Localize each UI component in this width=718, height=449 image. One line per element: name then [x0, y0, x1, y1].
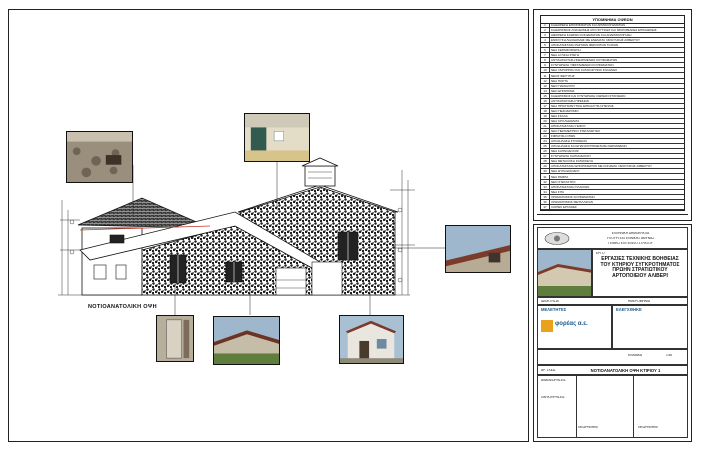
check-cell: ΕΛΕΓΧΘΗΚΕ [612, 305, 688, 349]
legend-box: ΥΠΟΜΝΗΜΑ ΟΨΕΩΝ 1 ΚΑΘΑΙΡΕΣΗ ΕΠΙΧΡΙΣΜΑΤΩΝ Κ… [540, 15, 685, 211]
legend-row: 37 ΛΟΙΠΕΣ ΕΡΓΑΣΙΕΣ [541, 204, 684, 210]
legend-number: 10 [541, 68, 550, 73]
legend-number: 11 [541, 73, 550, 78]
check-label: ΕΛΕΓΧΘΗΚΕ [616, 307, 642, 312]
legend-number: 27 [541, 154, 550, 159]
authority-line-3: ΓΕΝΙΚΟ ΕΠΙΤΕΛΕΙΟ ΣΤΡΑΤΟΥ [608, 242, 653, 245]
owner-label: ΙΔΙΟΚΤΗΣΙΑ [541, 300, 559, 303]
legend-number: 14 [541, 88, 550, 93]
legend-number: 28 [541, 159, 550, 164]
legend-number: 12 [541, 78, 550, 83]
scale-label: ΚΛΙΜΑΚΑ [628, 354, 643, 357]
sign-left: ΘΕΩΡΗΘΗΚΕ [578, 426, 599, 429]
legend-number: 23 [541, 134, 550, 139]
project-label: ΕΡΓΟ [596, 252, 605, 255]
legend-number: 6 [541, 48, 550, 53]
drawing-title: ΝΟΤΙΟΑΝΑΤΟΛΙΚΗ ΟΨΗ ΚΤΙΡΙΟΥ 1 [590, 368, 661, 373]
legend-number: 18 [541, 108, 550, 113]
sheet-label: ΑΡ. ΣΧΕΔ. [541, 369, 556, 372]
legend-number: 29 [541, 164, 550, 169]
legend-number: 5 [541, 43, 550, 48]
project-title: ΕΡΓΑΣΙΕΣ ΤΕΧΝΙΚΗΣ ΒΟΗΘΕΙΑΣ ΤΟΥ ΚΤΗΡΙΟΥ Σ… [600, 256, 680, 279]
company-logo [541, 320, 553, 332]
roof-lantern [304, 165, 336, 187]
legend-number: 33 [541, 184, 550, 189]
designer-label: ΜΕΛΕΤΗΤΕΣ [541, 307, 567, 312]
legend-text: ΛΟΙΠΕΣ ΕΡΓΑΣΙΕΣ [551, 204, 577, 209]
view-label: ΝΟΤΙΟΑΝΑΤΟΛΙΚΗ ΟΨΗ [88, 304, 157, 310]
date-label: ΗΜΕΡΟΜΗΝΙΑ [628, 300, 650, 303]
authority-emblem [542, 231, 572, 246]
owner-cell: ΙΔΙΟΚΤΗΣΙΑ ΗΜΕΡΟΜΗΝΙΑ [537, 297, 688, 305]
company-name: φορέας α.ε. [555, 321, 588, 327]
photo-annex [339, 315, 404, 364]
legend-number: 4 [541, 38, 550, 43]
photo-door-detail [156, 315, 194, 362]
legend-number: 20 [541, 118, 550, 123]
photo-interior [244, 113, 310, 162]
notes-label: ΠΑΡΑΤΗΡΗΣΕΙΣ [541, 396, 565, 399]
photo-wall-detail [66, 131, 133, 183]
legend-number: 30 [541, 169, 550, 174]
legend-number: 34 [541, 189, 550, 194]
door [275, 267, 307, 296]
photo-courtyard [213, 316, 280, 365]
legend-number: 26 [541, 149, 550, 154]
legend-number: 15 [541, 93, 550, 98]
revisions-cell: ΑΝΑΘΕΩΡΗΣΕΙΣ ΠΑΡΑΤΗΡΗΣΕΙΣ ΘΕΩΡΗΘΗΚΕ ΘΕΩΡ… [537, 375, 688, 438]
legend-number: 13 [541, 83, 550, 88]
project-title-cell: ΕΡΓΟ ΕΡΓΑΣΙΕΣ ΤΕΧΝΙΚΗΣ ΒΟΗΘΕΙΑΣ ΤΟΥ ΚΤΗΡ… [592, 249, 688, 297]
legend-number: 35 [541, 194, 550, 199]
designer-cell: ΜΕΛΕΤΗΤΕΣ φορέας α.ε. [537, 305, 612, 349]
legend-number: 22 [541, 129, 550, 134]
legend-number: 9 [541, 63, 550, 68]
revision-label: ΑΝΑΘΕΩΡΗΣΕΙΣ [541, 379, 566, 382]
legend-number: 16 [541, 98, 550, 103]
legend-number: 7 [541, 53, 550, 58]
sign-right: ΘΕΩΡΗΘΗΚΕ [638, 426, 659, 429]
legend-number: 3 [541, 33, 550, 38]
legend-number: 8 [541, 58, 550, 63]
legend-number: 2 [541, 28, 550, 33]
legend-number: 1 [541, 23, 550, 28]
legend-rows: 1 ΚΑΘΑΙΡΕΣΗ ΕΠΙΧΡΙΣΜΑΤΩΝ ΚΑΙ ΑΡΜΟΛΟΓΗΜΑΤΩ… [541, 23, 684, 210]
legend-number: 37 [541, 204, 550, 209]
legend-number: 31 [541, 174, 550, 179]
legend-number: 19 [541, 113, 550, 118]
legend-number: 24 [541, 139, 550, 144]
titleblock: ΕΛΛΗΝΙΚΗ ΔΗΜΟΚΡΑΤΙΑ ΥΠΟΥΡΓΕΙΟ ΕΘΝΙΚΗΣ ΑΜ… [537, 227, 688, 438]
authority-block: ΕΛΛΗΝΙΚΗ ΔΗΜΟΚΡΑΤΙΑ ΥΠΟΥΡΓΕΙΟ ΕΘΝΙΚΗΣ ΑΜ… [537, 227, 688, 249]
drawing-title-cell: ΑΡ. ΣΧΕΔ. ΝΟΤΙΟΑΝΑΤΟΛΙΚΗ ΟΨΗ ΚΤΙΡΙΟΥ 1 [537, 365, 688, 375]
legend-inner-line [537, 214, 688, 215]
photo-roof-edge [445, 225, 511, 273]
scale-cell: ΚΛΙΜΑΚΑ 1:50 [537, 349, 688, 365]
right-annex [311, 261, 343, 296]
legend-number: 17 [541, 103, 550, 108]
authority-line-2: ΥΠΟΥΡΓΕΙΟ ΕΘΝΙΚΗΣ ΑΜΥΝΑΣ [606, 237, 655, 240]
authority-line-1: ΕΛΛΗΝΙΚΗ ΔΗΜΟΚΡΑΤΙΑ [611, 232, 650, 235]
legend-number: 36 [541, 199, 550, 204]
scale-value: 1:50 [666, 354, 673, 357]
legend-number: 32 [541, 179, 550, 184]
legend-number: 21 [541, 124, 550, 129]
legend-number: 25 [541, 144, 550, 149]
project-photo [537, 249, 592, 297]
